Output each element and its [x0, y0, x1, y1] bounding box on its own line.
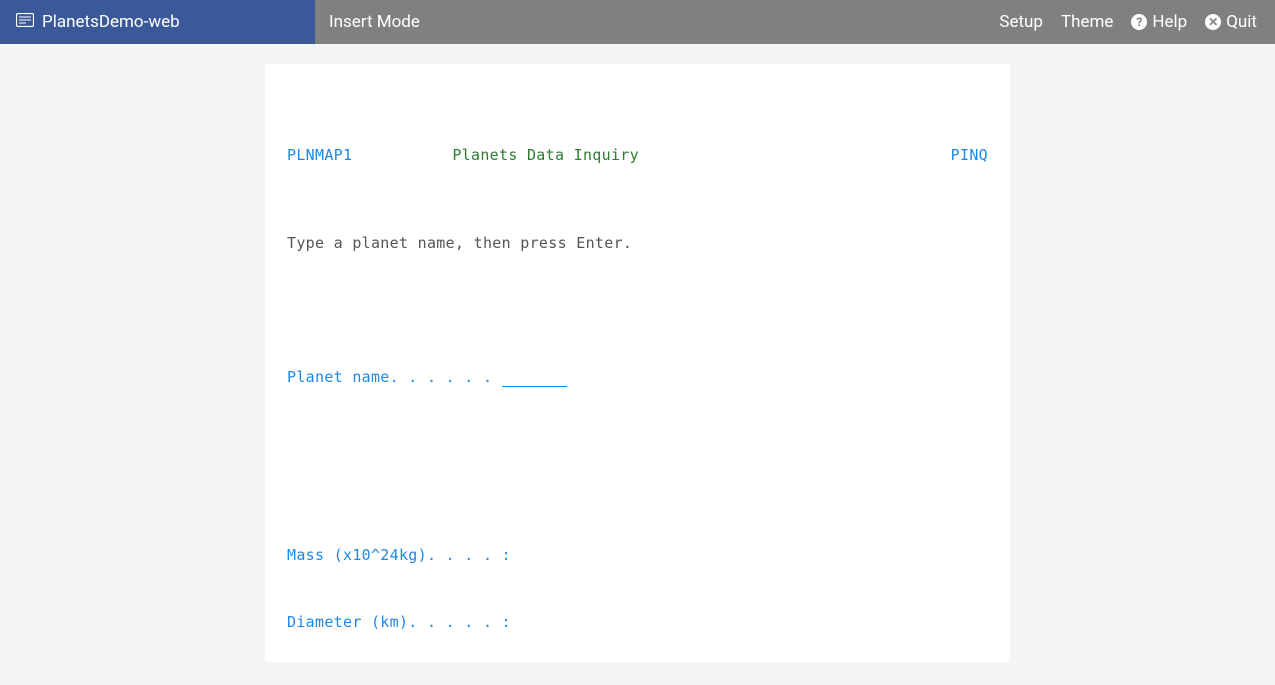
menu-bar: Setup Theme ? Help ✕ Quit [981, 0, 1275, 44]
screen-title: Planets Data Inquiry [352, 144, 950, 166]
transaction-id: PINQ [951, 144, 988, 166]
planet-name-label: Planet name. . . . . . [287, 366, 502, 388]
brand-area: PlanetsDemo-web [0, 0, 315, 44]
field-mass: Mass (x10^24kg). . . . : [287, 544, 988, 566]
theme-menu[interactable]: Theme [1061, 12, 1113, 32]
top-bar: PlanetsDemo-web Insert Mode Setup Theme … [0, 0, 1275, 44]
terminal-screen: PLNMAP1Planets Data InquiryPINQ Type a p… [265, 64, 1010, 662]
help-menu[interactable]: ? Help [1131, 12, 1187, 32]
terminal-icon [16, 12, 34, 32]
quit-label: Quit [1226, 12, 1257, 32]
help-label: Help [1152, 12, 1187, 32]
field-diameter: Diameter (km). . . . . : [287, 611, 988, 633]
data-fields: Mass (x10^24kg). . . . : Diameter (km). … [287, 499, 988, 662]
mode-indicator: Insert Mode [315, 0, 981, 44]
planet-name-row: Planet name. . . . . . [287, 366, 988, 388]
quit-menu[interactable]: ✕ Quit [1205, 12, 1257, 32]
brand-title: PlanetsDemo-web [42, 12, 180, 32]
theme-label: Theme [1061, 12, 1113, 32]
setup-menu[interactable]: Setup [999, 12, 1043, 32]
planet-name-input[interactable] [502, 368, 567, 387]
screen-header: PLNMAP1Planets Data InquiryPINQ [287, 144, 988, 166]
setup-label: Setup [999, 12, 1043, 32]
help-icon: ? [1131, 14, 1147, 30]
instruction-text: Type a planet name, then press Enter. [287, 232, 988, 254]
close-icon: ✕ [1205, 14, 1221, 30]
map-id: PLNMAP1 [287, 144, 352, 166]
page-body: PLNMAP1Planets Data InquiryPINQ Type a p… [0, 44, 1275, 662]
mode-text: Insert Mode [329, 12, 420, 32]
